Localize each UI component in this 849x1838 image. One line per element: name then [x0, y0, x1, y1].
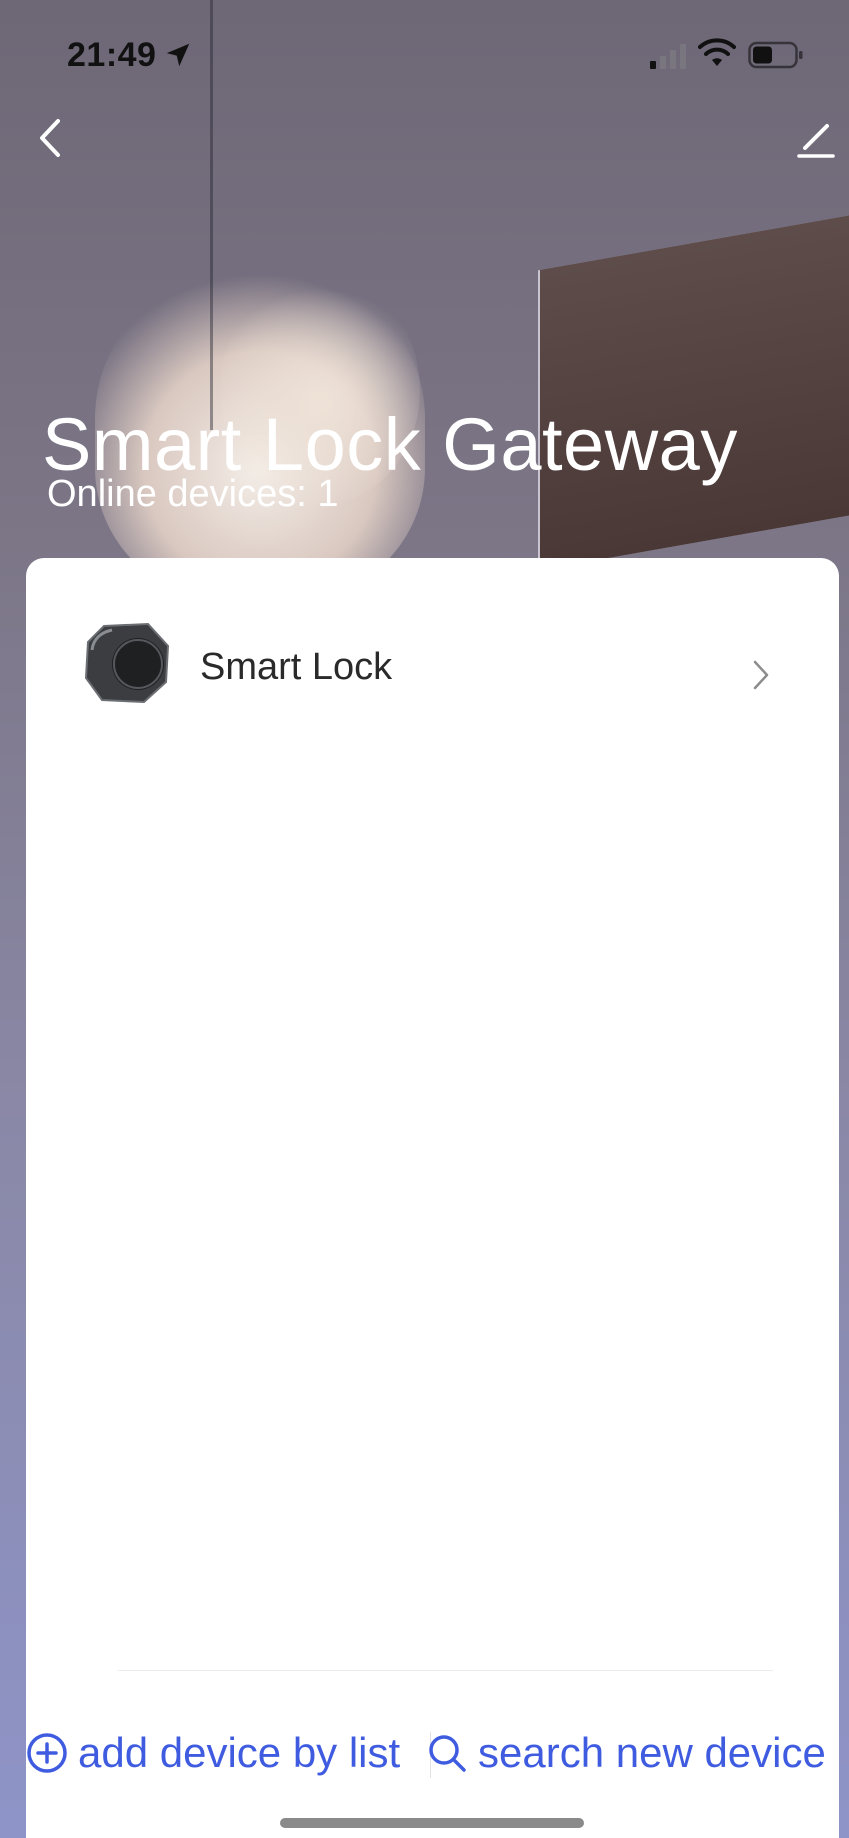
search-new-device-button[interactable]: search new device — [426, 1718, 826, 1788]
location-arrow-icon — [166, 43, 190, 67]
divider — [118, 1670, 773, 1671]
smart-lock-device-image — [84, 622, 170, 704]
cellular-signal-icon — [650, 44, 686, 69]
back-button[interactable] — [30, 113, 70, 163]
edit-button[interactable] — [795, 118, 837, 160]
search-icon — [429, 1735, 466, 1772]
device-row-smart-lock[interactable]: Smart Lock — [26, 608, 839, 718]
edit-pencil-icon — [797, 124, 835, 158]
bottom-actions: add device by list search new device — [26, 1718, 839, 1788]
home-indicator — [280, 1818, 584, 1828]
add-device-by-list-button[interactable]: add device by list — [26, 1718, 400, 1788]
device-name: Smart Lock — [200, 646, 393, 688]
search-new-device-label: search new device — [478, 1729, 826, 1776]
chevron-left-icon — [40, 119, 60, 157]
plus-circle-icon — [27, 1733, 67, 1773]
wifi-icon — [698, 38, 736, 66]
status-bar: 21:49 — [0, 0, 849, 110]
add-device-by-list-label: add device by list — [78, 1729, 401, 1776]
battery-icon — [748, 41, 803, 69]
status-time: 21:49 — [67, 36, 157, 74]
online-devices-count: Online devices: 1 — [47, 473, 339, 515]
chevron-right-icon — [753, 660, 769, 690]
gateway-screen: 21:49 Smart Lock Gateway Online devices:… — [0, 0, 849, 1838]
background-wood-panel — [540, 215, 849, 571]
device-list-card: Smart Lock add device by list search new… — [26, 558, 839, 1838]
